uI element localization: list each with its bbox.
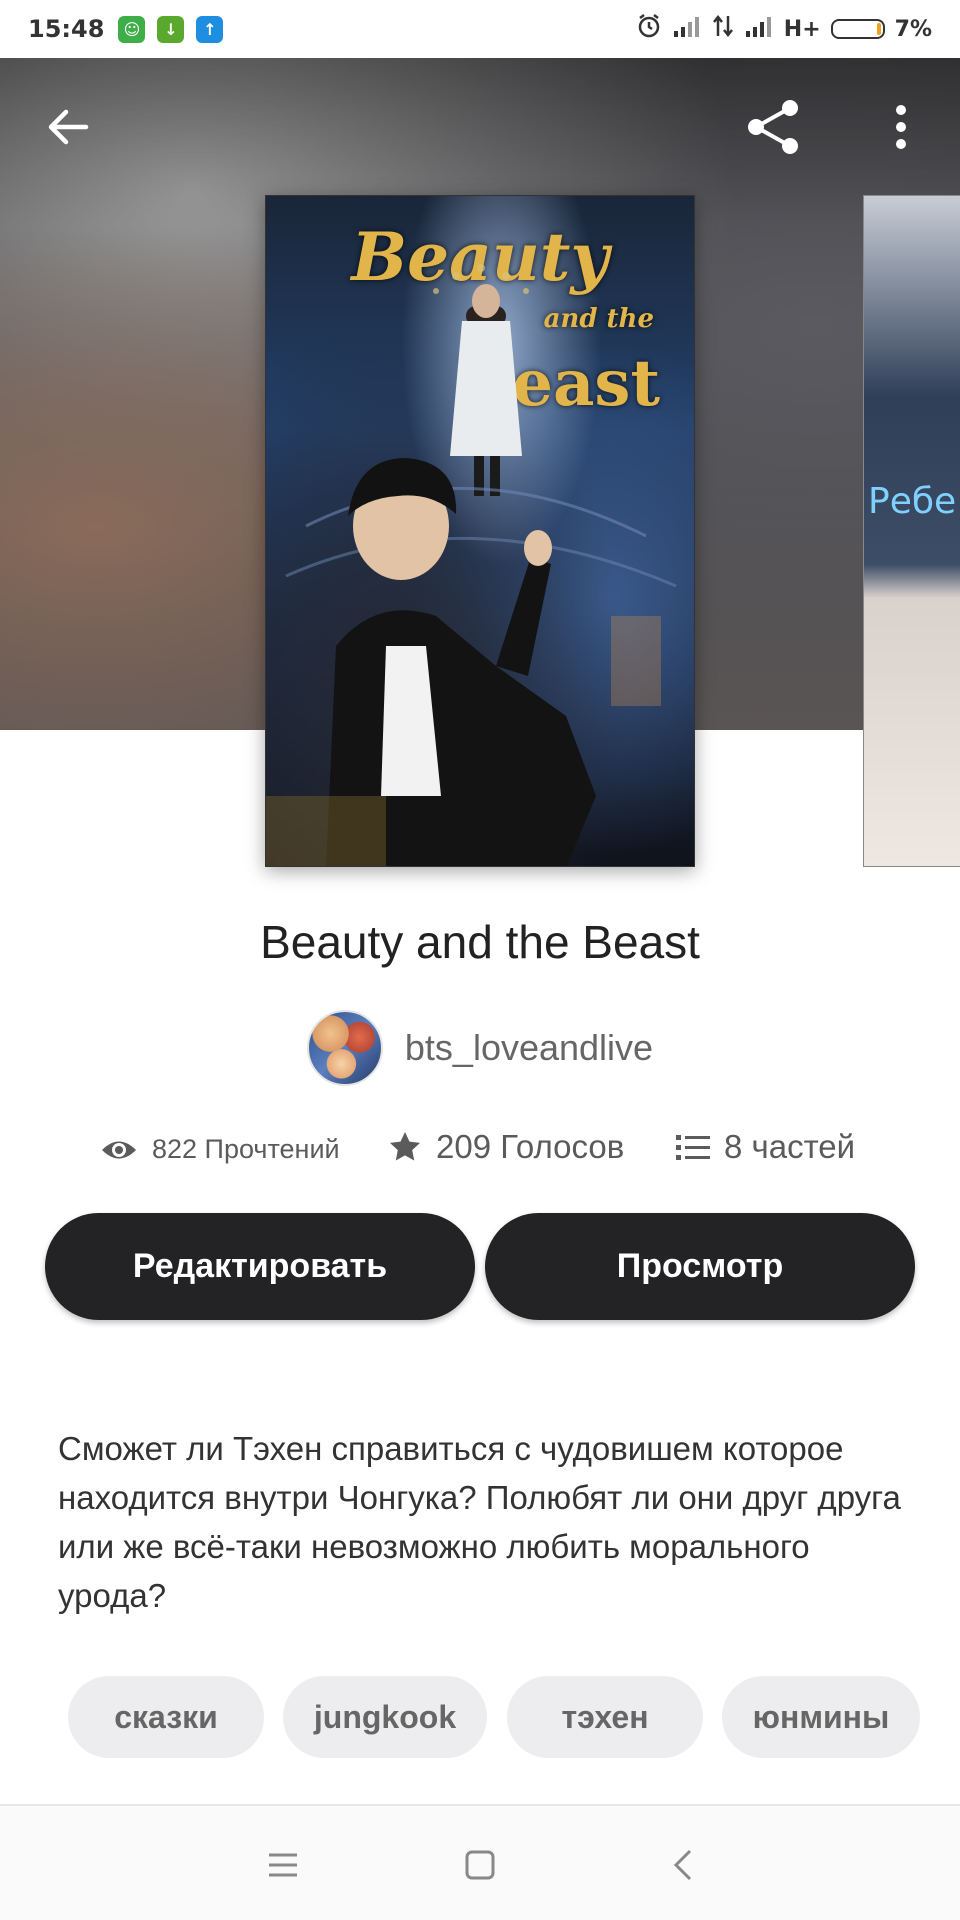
tag-chip[interactable]: сказки [68, 1676, 264, 1758]
view-button[interactable]: Просмотр [485, 1213, 915, 1320]
back-button[interactable] [33, 92, 103, 162]
author-name[interactable]: bts_loveandlive [405, 1027, 653, 1069]
author-avatar[interactable] [306, 1010, 383, 1086]
list-icon [676, 1135, 710, 1160]
menu-icon [269, 1853, 297, 1877]
next-story-cover[interactable]: Ребе [863, 195, 960, 867]
home-square-icon [465, 1850, 495, 1880]
home-button[interactable] [455, 1840, 505, 1890]
tag-list: сказки jungkook тэхен юнмины [0, 1676, 960, 1758]
system-back-button[interactable] [658, 1840, 708, 1890]
reads-count: 822 Прочтений [152, 1134, 340, 1164]
network-type: H+ [783, 16, 821, 42]
status-indicators: H+ 7% [636, 13, 932, 45]
signal-icon [672, 15, 702, 43]
tag-chip[interactable]: тэхен [507, 1676, 703, 1758]
more-vertical-icon [896, 105, 906, 149]
menu-button[interactable] [258, 1840, 308, 1890]
votes-stat: 209 Голосов [388, 1128, 624, 1166]
parts-stat: 8 частей [676, 1128, 855, 1166]
chevron-left-icon [673, 1849, 692, 1881]
share-button[interactable] [738, 92, 808, 162]
system-nav-bar [0, 1806, 960, 1920]
next-cover-title: Ребе [868, 481, 957, 522]
author-row[interactable]: bts_loveandlive [0, 1010, 960, 1086]
tag-chip[interactable]: юнмины [722, 1676, 920, 1758]
parts-count: 8 частей [724, 1128, 856, 1165]
story-title: Beauty and the Beast [260, 916, 700, 968]
story-cover[interactable]: Beauty and the Beast [265, 195, 695, 867]
status-time: 15:48 [28, 15, 105, 43]
data-transfer-icon [712, 14, 734, 44]
android-icon: ☺ [118, 15, 146, 43]
back-arrow-icon [48, 109, 89, 145]
edit-button[interactable]: Редактировать [45, 1213, 475, 1320]
battery-icon [830, 19, 885, 39]
story-description: Сможет ли Тэхен справиться с чудовишем к… [58, 1430, 901, 1614]
story-stats: 822 Прочтений 209 Голосов 8 частей [0, 1128, 960, 1180]
download-icon: ↓ [157, 15, 185, 43]
signal-icon-2 [744, 15, 774, 43]
status-bar: 15:48 ☺ ↓ ↑ H+ 7% [0, 0, 960, 58]
cover-figures-art [266, 264, 677, 866]
more-options-button[interactable] [866, 92, 936, 162]
votes-count: 209 Голосов [436, 1128, 625, 1165]
share-icon [748, 100, 798, 154]
star-icon [390, 1132, 420, 1161]
tag-chip[interactable]: jungkook [283, 1676, 487, 1758]
battery-percent: 7% [894, 16, 932, 42]
eye-icon [102, 1141, 136, 1158]
alarm-icon [636, 13, 662, 45]
reads-stat: 822 Прочтений [100, 1134, 340, 1165]
upload-icon: ↑ [196, 15, 224, 43]
